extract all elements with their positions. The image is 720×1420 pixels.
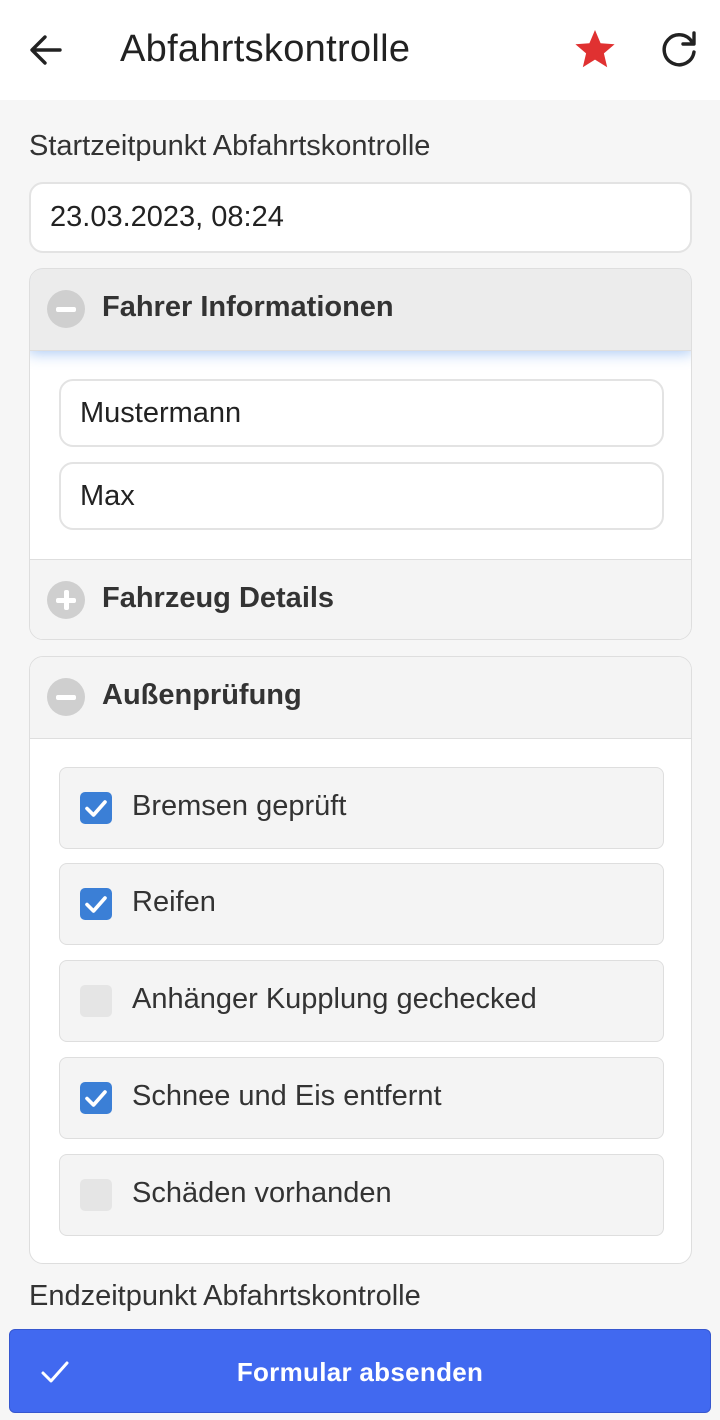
expand-icon (47, 581, 85, 619)
checkbox-row-snow-ice[interactable]: Schnee und Eis entfernt (59, 1057, 664, 1139)
end-time-label: Endzeitpunkt Abfahrtskontrolle (29, 1280, 421, 1312)
section-title-vehicle: Fahrzeug Details (102, 582, 335, 614)
start-time-field[interactable]: 23.03.2023, 08:24 (29, 182, 692, 253)
checkbox[interactable] (80, 888, 112, 920)
section-title-exterior: Außenprüfung (102, 679, 302, 711)
check-icon (85, 1090, 107, 1107)
collapse-icon (47, 678, 85, 716)
firstname-field[interactable]: Max (59, 462, 664, 530)
exterior-check-panel: Außenprüfung Bremsen geprüft Reifen Anhä… (29, 656, 692, 1264)
check-icon (85, 896, 107, 913)
submit-button[interactable]: Formular absenden (9, 1329, 711, 1413)
collapse-icon (47, 290, 85, 328)
checkbox[interactable] (80, 792, 112, 824)
checkbox-label: Reifen (132, 886, 216, 918)
checkbox-label: Anhänger Kupplung gechecked (132, 983, 537, 1015)
checkbox-row-brakes[interactable]: Bremsen geprüft (59, 767, 664, 849)
lastname-field[interactable]: Mustermann (59, 379, 664, 447)
arrow-left-icon[interactable] (28, 30, 64, 70)
driver-vehicle-panel: Fahrer Informationen Mustermann Max Fahr… (29, 268, 692, 640)
section-title-driver: Fahrer Informationen (102, 291, 394, 323)
checkbox[interactable] (80, 1179, 112, 1211)
refresh-icon[interactable] (659, 30, 699, 70)
checkbox-label: Schnee und Eis entfernt (132, 1080, 442, 1112)
submit-button-label: Formular absenden (236, 1357, 484, 1387)
checkbox-row-trailer-coupling[interactable]: Anhänger Kupplung gechecked (59, 960, 664, 1042)
section-header-driver[interactable]: Fahrer Informationen (30, 269, 691, 351)
checkbox-label: Bremsen geprüft (132, 790, 347, 822)
checkbox-label: Schäden vorhanden (132, 1177, 392, 1209)
checkbox-row-tires[interactable]: Reifen (59, 863, 664, 945)
page-title: Abfahrtskontrolle (120, 28, 411, 70)
start-time-label: Startzeitpunkt Abfahrtskontrolle (29, 130, 431, 162)
section-header-exterior[interactable]: Außenprüfung (30, 657, 691, 739)
checkbox[interactable] (80, 985, 112, 1017)
check-icon (85, 800, 107, 817)
star-icon[interactable] (574, 28, 616, 70)
app-bar: Abfahrtskontrolle (0, 0, 720, 100)
section-header-vehicle[interactable]: Fahrzeug Details (30, 559, 691, 639)
checkbox[interactable] (80, 1082, 112, 1114)
checkbox-row-damages[interactable]: Schäden vorhanden (59, 1154, 664, 1236)
